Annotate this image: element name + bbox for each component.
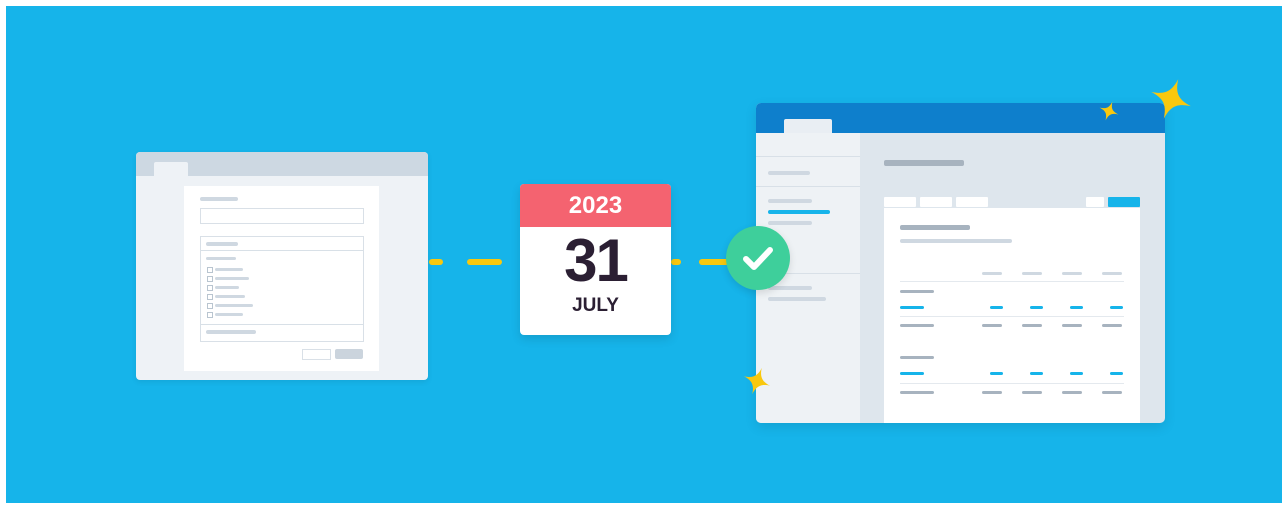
sidebar-divider (756, 156, 860, 157)
sidebar-item-placeholder (768, 199, 812, 203)
toolbar-chip (1086, 197, 1104, 207)
cell-placeholder (1030, 306, 1043, 309)
report-title-placeholder (900, 225, 970, 230)
connector-dash (699, 259, 729, 265)
sidebar-item-active (768, 210, 830, 214)
checklist-header-placeholder (206, 242, 238, 246)
group-label-placeholder (900, 290, 934, 293)
filter-chip (920, 197, 952, 207)
cell-placeholder (1022, 324, 1042, 327)
checkbox (207, 303, 213, 309)
form-window (136, 152, 428, 380)
checkbox-label-placeholder (215, 295, 245, 298)
group-label-placeholder (900, 356, 934, 359)
cell-placeholder (1022, 391, 1042, 394)
sparkle-icon (1099, 101, 1119, 121)
cell-placeholder (990, 306, 1003, 309)
dashboard-page-title-placeholder (884, 160, 964, 166)
sidebar-item-placeholder (768, 221, 812, 225)
checkbox-label-placeholder (215, 304, 253, 307)
report-card (884, 208, 1140, 423)
sparkle-icon (743, 367, 771, 395)
row-label-placeholder (900, 372, 924, 375)
checkbox-label-placeholder (215, 277, 249, 280)
column-header-placeholder (1102, 272, 1122, 275)
checkbox (207, 312, 213, 318)
cell-placeholder (982, 324, 1002, 327)
filter-chip (884, 197, 916, 207)
table-divider (900, 316, 1124, 317)
cell-placeholder (1102, 391, 1122, 394)
sidebar-divider (756, 186, 860, 187)
cell-placeholder (1110, 372, 1123, 375)
cell-placeholder (1030, 372, 1043, 375)
report-subtitle-placeholder (900, 239, 1012, 243)
checkbox (207, 267, 213, 273)
checkbox (207, 294, 213, 300)
sparkle-icon (1151, 79, 1191, 119)
form-submit-button (335, 349, 363, 359)
table-divider (900, 281, 1124, 282)
cell-placeholder (990, 372, 1003, 375)
dashboard-window (756, 103, 1165, 423)
sidebar-item-placeholder (768, 171, 810, 175)
form-title-placeholder (200, 197, 238, 201)
illustration-canvas: 2023 31 JULY (6, 6, 1282, 503)
connector-dash (429, 259, 443, 265)
dashboard-tab (784, 119, 832, 133)
sidebar-item-placeholder (768, 297, 826, 301)
cell-placeholder (982, 391, 1002, 394)
check-badge (726, 226, 790, 290)
cell-placeholder (1062, 324, 1082, 327)
calendar-year: 2023 (568, 192, 623, 219)
checkbox (207, 285, 213, 291)
cell-placeholder (1070, 372, 1083, 375)
checklist-group-placeholder (206, 257, 236, 260)
calendar-day: 31 (564, 227, 629, 294)
form-secondary-button (302, 349, 331, 360)
illustration-frame: 2023 31 JULY (0, 0, 1286, 507)
column-header-placeholder (1022, 272, 1042, 275)
checklist-footer-placeholder (206, 330, 256, 334)
filter-chip (956, 197, 988, 207)
checkbox-label-placeholder (215, 268, 243, 271)
checklist-divider (201, 324, 363, 325)
connector-dash (671, 259, 681, 265)
column-header-placeholder (1062, 272, 1082, 275)
checkbox-label-placeholder (215, 313, 243, 316)
checkbox (207, 276, 213, 282)
checklist-divider (201, 250, 363, 251)
check-icon (743, 247, 773, 270)
row-label-placeholder (900, 306, 924, 309)
cell-placeholder (1062, 391, 1082, 394)
row-label-placeholder (900, 324, 934, 327)
cell-placeholder (1110, 306, 1123, 309)
cell-placeholder (1102, 324, 1122, 327)
row-label-placeholder (900, 391, 934, 394)
column-header-placeholder (982, 272, 1002, 275)
calendar-month: JULY (572, 295, 619, 316)
cell-placeholder (1070, 306, 1083, 309)
calendar-card: 2023 31 JULY (520, 184, 671, 335)
form-text-input (200, 208, 364, 224)
form-paper (184, 186, 379, 371)
connector-dash (467, 259, 502, 265)
toolbar-primary-chip (1108, 197, 1140, 207)
table-divider (900, 383, 1124, 384)
form-window-tab (154, 162, 188, 176)
checkbox-label-placeholder (215, 286, 239, 289)
form-checklist-box (200, 236, 364, 342)
